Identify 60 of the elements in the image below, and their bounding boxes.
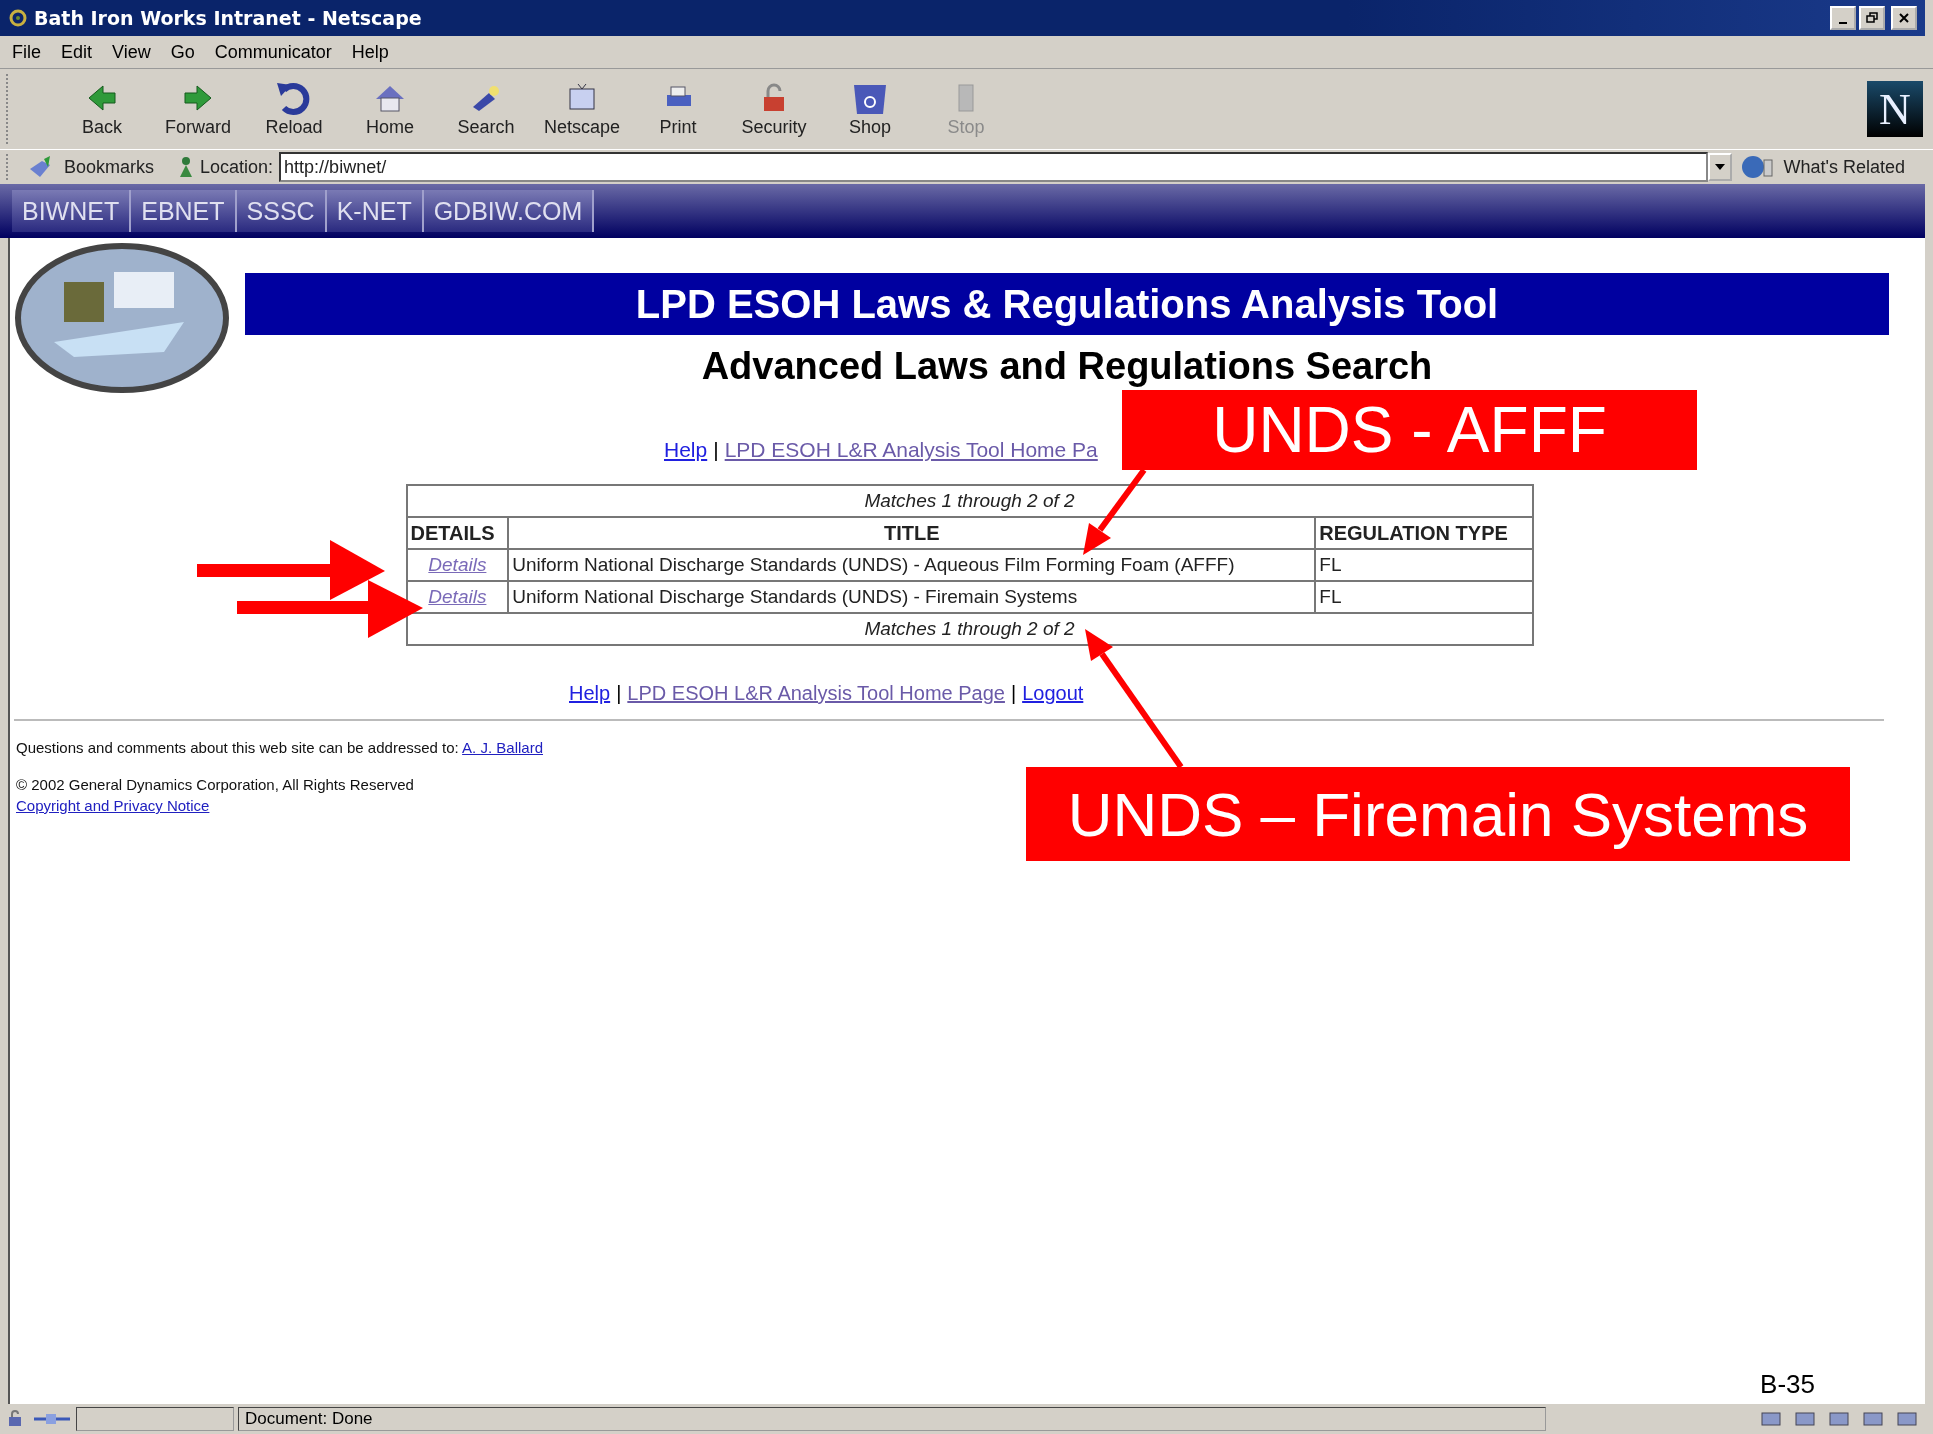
toolbar-button[interactable]: Netscape	[534, 80, 630, 138]
title-cell: Uniform National Discharge Standards (UNDS) - Firemain Systems	[508, 581, 1316, 613]
type-cell: FL	[1315, 549, 1533, 581]
nav-link[interactable]: Help	[664, 438, 708, 462]
link-separator: |	[1010, 682, 1017, 705]
menu-item[interactable]: View	[112, 41, 151, 63]
toolbar-button[interactable]: Security	[726, 80, 822, 138]
toolbar-button[interactable]: Forward	[150, 80, 246, 138]
nav-link[interactable]: Logout	[1022, 682, 1084, 705]
page-subtitle: Advanced Laws and Regulations Search	[701, 345, 1433, 388]
toolbar-button[interactable]: Search	[438, 80, 534, 138]
bookmarks-button[interactable]: Bookmarks	[64, 156, 155, 178]
link-separator: |	[616, 682, 622, 705]
menu-item[interactable]: Edit	[61, 41, 93, 63]
window-title: Bath Iron Works Intranet - Netscape	[34, 7, 422, 29]
toolbar-button[interactable]: Back	[54, 80, 150, 138]
menu-item[interactable]: Go	[170, 41, 195, 63]
column-header: REGULATION TYPE	[1315, 517, 1533, 549]
status-text: Document: Done	[238, 1407, 1546, 1431]
site-tab[interactable]: K-NET	[326, 190, 424, 232]
menu-item[interactable]: File	[12, 41, 41, 63]
url-field[interactable]: http://biwnet/	[279, 152, 1708, 182]
title-cell: Uniform National Discharge Standards (UNDS) - Aqueous Film Forming Foam (AFFF)	[508, 549, 1316, 581]
callout-label: UNDS - AFFF	[1122, 390, 1697, 470]
caret-icon	[1714, 164, 1725, 170]
restore-icon	[1866, 12, 1878, 24]
minimize-icon	[1839, 22, 1847, 24]
toolbar-button[interactable]: Home	[342, 80, 438, 138]
callout-label: UNDS – Firemain Systems	[1026, 767, 1850, 861]
toolbar-button[interactable]: Shop	[822, 80, 918, 138]
copyright-text: © 2002 General Dynamics Corporation, All Rights Reserved	[16, 776, 415, 793]
netscape-logo: N	[1867, 81, 1923, 137]
toolbar-button[interactable]: Print	[630, 80, 726, 138]
banner-title: LPD ESOH Laws & Regulations Analysis Tool	[245, 273, 1889, 335]
nav-link[interactable]: Help	[569, 682, 611, 705]
close-button[interactable]	[1891, 6, 1917, 30]
page-number: B-35	[1760, 1369, 1815, 1400]
whats-related-button[interactable]: What's Related	[1783, 156, 1905, 178]
site-tab[interactable]: BIWNET	[12, 190, 132, 232]
nav-link[interactable]: LPD ESOH L&R Analysis Tool Home Page	[627, 682, 1005, 705]
type-cell: FL	[1315, 581, 1533, 613]
toolbar-button[interactable]: Reload	[246, 80, 342, 138]
location-label: Location:	[200, 156, 274, 178]
minimize-button[interactable]	[1830, 6, 1856, 30]
matches-summary: Matches 1 through 2 of 2	[406, 613, 1533, 645]
site-tab[interactable]: SSSC	[236, 190, 327, 232]
column-header: DETAILS	[406, 517, 509, 549]
matches-summary: Matches 1 through 2 of 2	[406, 485, 1533, 517]
nav-link[interactable]: LPD ESOH L&R Analysis Tool Home Pa	[724, 438, 1098, 462]
site-tab[interactable]: EBNET	[131, 190, 237, 232]
dropdown-button[interactable]	[1707, 153, 1732, 181]
restore-button[interactable]	[1859, 6, 1885, 30]
contact-text: Questions and comments about this web site can be addressed to: A. J. Ballard	[16, 739, 544, 756]
menu-item[interactable]: Help	[351, 41, 389, 63]
link-separator: |	[713, 438, 719, 462]
menu-item[interactable]: Communicator	[214, 41, 332, 63]
privacy-link[interactable]: Copyright and Privacy Notice	[16, 797, 210, 814]
contact-link[interactable]: A. J. Ballard	[462, 739, 543, 756]
site-tab[interactable]: GDBIW.COM	[423, 190, 595, 232]
close-icon	[1898, 12, 1910, 24]
